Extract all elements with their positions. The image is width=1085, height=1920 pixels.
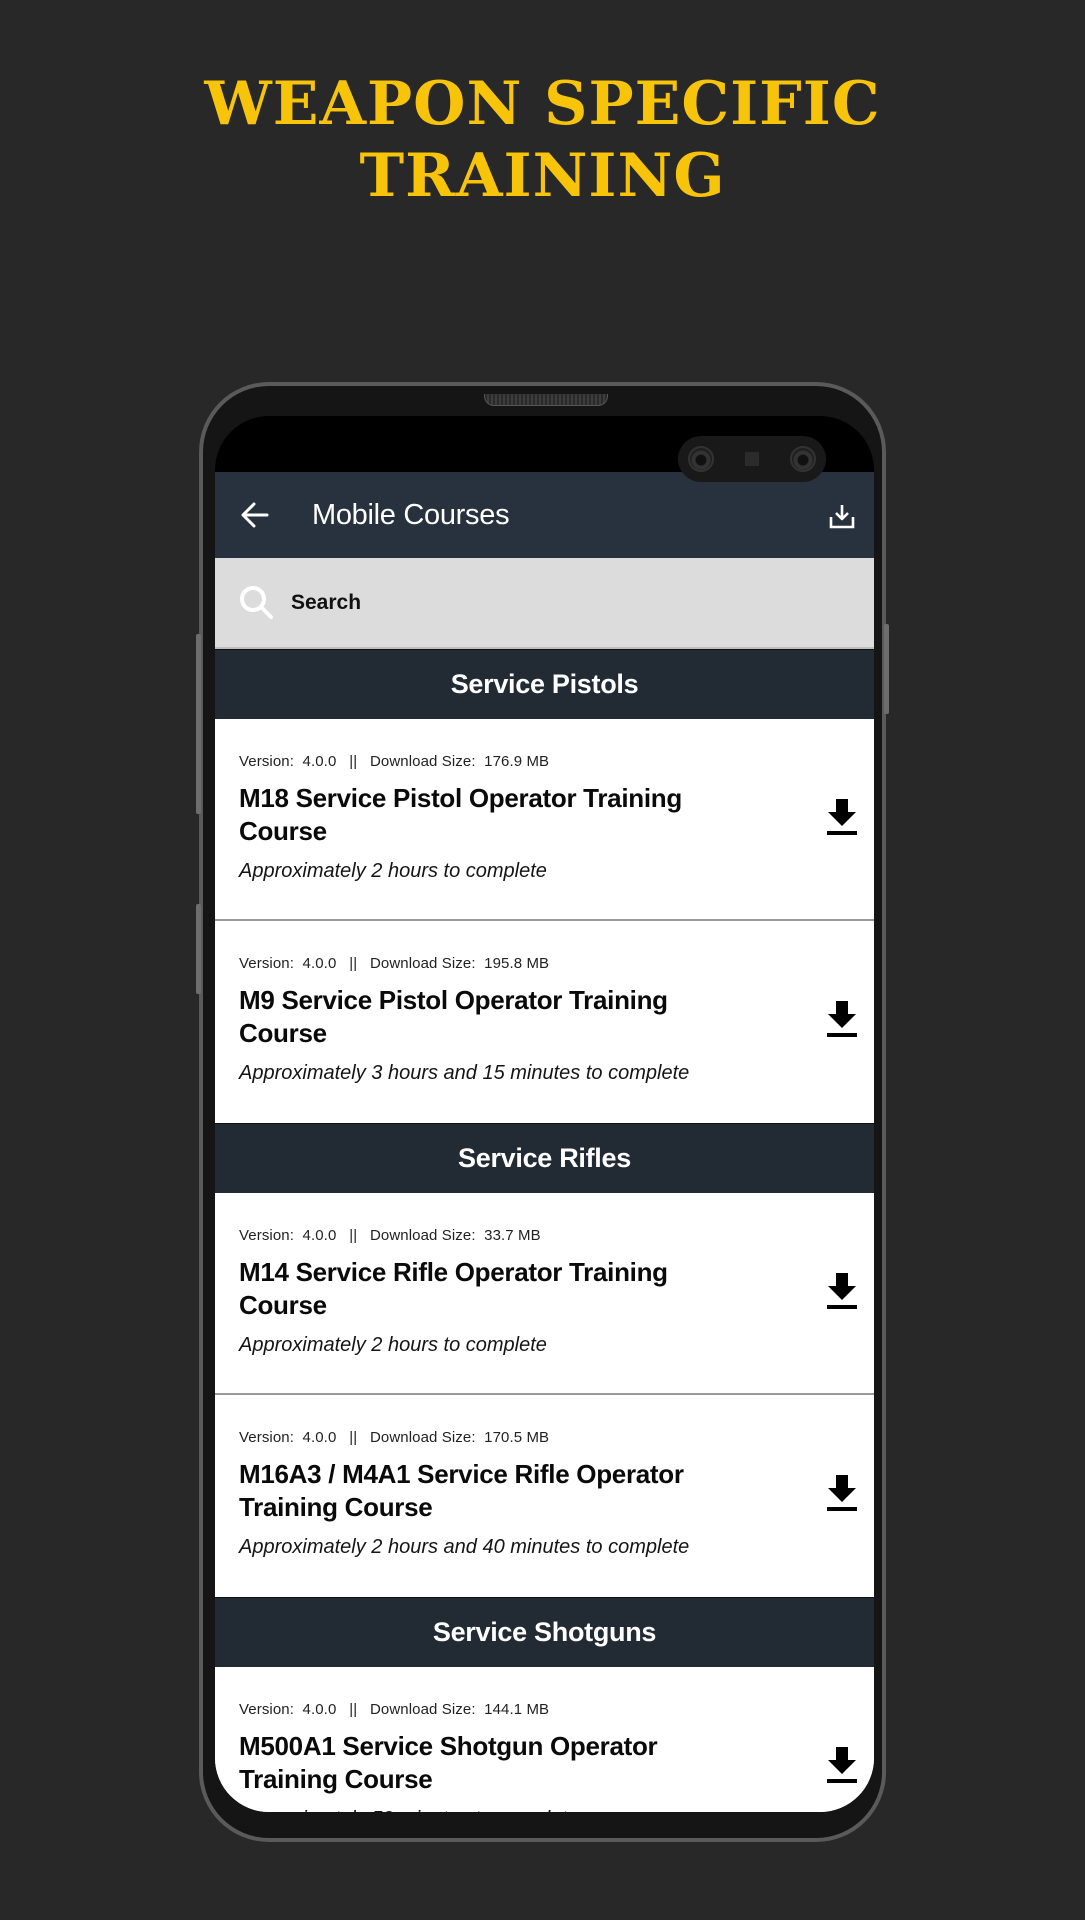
course-item[interactable]: Version: 4.0.0 || Download Size: 33.7 MB…: [215, 1193, 874, 1395]
phone-frame: Mobile Courses Service Pis: [196, 382, 889, 1842]
app-bar-title: Mobile Courses: [312, 498, 510, 531]
course-meta: Version: 4.0.0 || Download Size: 144.1 M…: [239, 1701, 550, 1718]
course-download-button[interactable]: [824, 795, 860, 839]
course-duration: Approximately 3 hours and 15 minutes to …: [239, 1062, 690, 1084]
course-meta: Version: 4.0.0 || Download Size: 33.7 MB: [239, 1227, 541, 1244]
course-duration: Approximately 2 hours and 40 minutes to …: [239, 1536, 690, 1558]
camera-lens-icon: [790, 446, 816, 472]
course-meta: Version: 4.0.0 || Download Size: 170.5 M…: [239, 1429, 550, 1446]
camera-lens-icon: [688, 446, 714, 472]
download-icon: [827, 799, 857, 835]
phone-side-button-right: [884, 624, 889, 714]
arrow-left-icon: [241, 502, 269, 528]
course-item[interactable]: Version: 4.0.0 || Download Size: 144.1 M…: [215, 1667, 874, 1812]
course-title: M16A3 / M4A1 Service Rifle Operator Trai…: [239, 1459, 684, 1522]
course-title: M18 Service Pistol Operator Training Cou…: [239, 783, 682, 846]
course-download-button[interactable]: [824, 1743, 860, 1787]
camera-sensor-icon: [745, 452, 759, 466]
course-title: M9 Service Pistol Operator Training Cour…: [239, 985, 668, 1048]
course-list: Service Pistols Version: 4.0.0 || Downlo…: [215, 649, 874, 1812]
phone-side-button-left-2: [196, 904, 201, 994]
download-icon: [827, 1747, 857, 1783]
course-item[interactable]: Version: 4.0.0 || Download Size: 176.9 M…: [215, 719, 874, 921]
promo-title: WEAPON SPECIFIC TRAINING: [0, 68, 1085, 212]
promo-title-line-2: TRAINING: [359, 141, 726, 211]
download-all-button[interactable]: [822, 496, 862, 536]
course-title: M500A1 Service Shotgun Operator Training…: [239, 1731, 658, 1794]
app-bar: Mobile Courses: [215, 472, 874, 558]
phone-side-button-left-1: [196, 634, 201, 814]
search-input[interactable]: [291, 590, 791, 615]
download-icon: [827, 1273, 857, 1309]
course-download-button[interactable]: [824, 1269, 860, 1313]
section-header: Service Shotguns: [215, 1597, 874, 1667]
course-duration: Approximately 52 minutes to complete: [239, 1808, 850, 1812]
phone-bezel: Mobile Courses Service Pis: [203, 386, 882, 1838]
search-icon: [240, 585, 273, 619]
course-download-button[interactable]: [824, 1471, 860, 1515]
app-screen: Mobile Courses Service Pis: [215, 472, 874, 1812]
course-item[interactable]: Version: 4.0.0 || Download Size: 170.5 M…: [215, 1395, 874, 1597]
tray-download-icon: [829, 505, 855, 529]
course-duration: Approximately 2 hours to complete: [239, 860, 547, 882]
course-title: M14 Service Rifle Operator Training Cour…: [239, 1257, 668, 1320]
download-icon: [827, 1475, 857, 1511]
section-header: Service Pistols: [215, 649, 874, 719]
course-duration: Approximately 2 hours to complete: [239, 1334, 547, 1356]
promo-title-line-1: WEAPON SPECIFIC: [204, 69, 881, 139]
course-meta: Version: 4.0.0 || Download Size: 176.9 M…: [239, 753, 550, 770]
course-download-button[interactable]: [824, 997, 860, 1041]
section-header: Service Rifles: [215, 1123, 874, 1193]
front-camera-cutout: [678, 436, 826, 482]
phone-screen: Mobile Courses Service Pis: [215, 416, 874, 1812]
course-item[interactable]: Version: 4.0.0 || Download Size: 195.8 M…: [215, 921, 874, 1123]
phone-speaker: [484, 394, 608, 406]
course-meta: Version: 4.0.0 || Download Size: 195.8 M…: [239, 955, 550, 972]
back-button[interactable]: [235, 495, 275, 535]
download-icon: [827, 1001, 857, 1037]
search-bar: [215, 558, 874, 649]
